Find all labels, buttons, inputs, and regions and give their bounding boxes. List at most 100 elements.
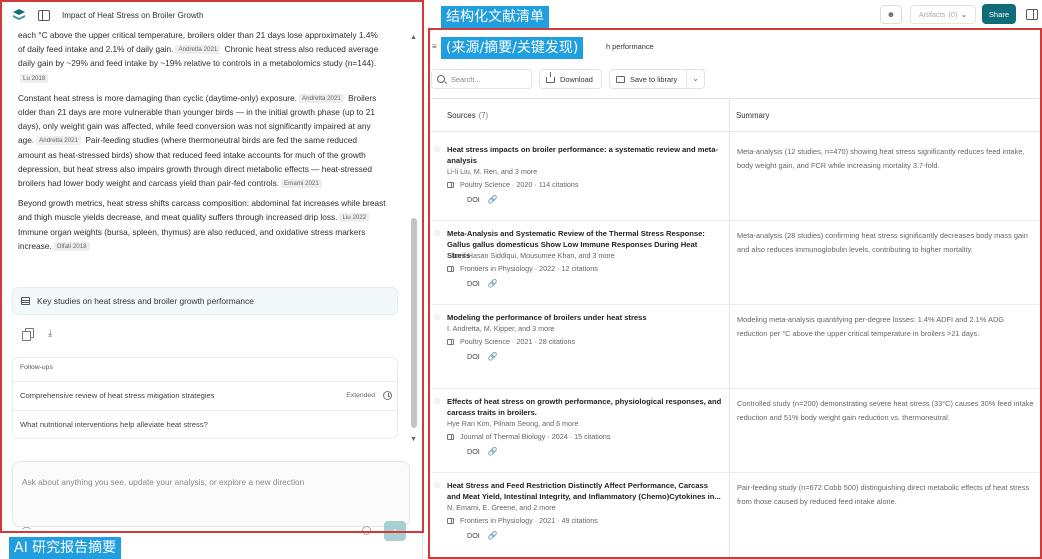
source-journal: Poultry Science · 2021 · 28 citations: [447, 337, 575, 346]
artifacts-count: (0): [948, 10, 958, 19]
app-logo-icon[interactable]: [12, 8, 26, 22]
artifacts-button[interactable]: Artifacts (0) ⌄: [910, 5, 976, 24]
chat-input[interactable]: [22, 472, 392, 492]
source-summary: Meta-analysis (28 studies) confirming he…: [737, 231, 1028, 254]
search-input[interactable]: [451, 74, 531, 84]
citation-chip[interactable]: Lu 2018: [20, 73, 49, 83]
download-icon[interactable]: ⤓: [48, 328, 60, 340]
doi-link[interactable]: DOI 🔗: [467, 195, 498, 204]
table-row[interactable]: Heat stress impacts on broiler performan…: [431, 137, 1042, 221]
row-checkbox[interactable]: [434, 482, 440, 488]
followup-item[interactable]: What nutritional interventions help alle…: [13, 410, 399, 438]
report-text: Beyond growth metrics, heat stress shift…: [18, 198, 386, 223]
source-authors: N. Emami, E. Greene, and 2 more: [447, 503, 556, 512]
link-icon[interactable]: 🔗: [488, 531, 498, 540]
citation-chip[interactable]: Emami 2021: [281, 179, 322, 189]
journal-text: Poultry Science · 2020 · 114 citations: [460, 180, 579, 189]
scroll-up-icon[interactable]: ▲: [410, 34, 417, 41]
link-icon[interactable]: 🔗: [488, 195, 498, 204]
source-journal: Frontiers in Physiology · 2021 · 49 cita…: [447, 516, 598, 525]
artifact-tab-label[interactable]: h performance: [606, 42, 654, 51]
search-box[interactable]: [431, 69, 532, 89]
doi-link[interactable]: DOI 🔗: [467, 447, 498, 456]
download-icon: [546, 72, 555, 83]
doi-link[interactable]: DOI 🔗: [467, 352, 498, 361]
doi-label: DOI: [467, 447, 480, 456]
scroll-down-icon[interactable]: ▼: [410, 436, 417, 443]
save-options-button[interactable]: ⌄: [686, 69, 705, 89]
annotation-label-left: AI 研究报告摘要: [9, 537, 122, 559]
source-journal: Journal of Thermal Biology · 2024 · 15 c…: [447, 432, 611, 441]
send-button[interactable]: ↑: [384, 521, 406, 541]
sources-column-header[interactable]: Sources (7): [447, 111, 488, 120]
sidebar-toggle-icon[interactable]: [38, 9, 50, 21]
link-icon[interactable]: 🔗: [488, 279, 498, 288]
source-authors: Hye Ran Kim, Pilnam Seong, and 6 more: [447, 419, 579, 428]
source-title[interactable]: Modeling the performance of broilers und…: [447, 313, 722, 324]
table-header: Sources (7) Summary: [431, 99, 1042, 132]
source-authors: Li-li Liu, M. Ren, and 3 more: [447, 167, 538, 176]
source-summary: Pair-feeding study (n=672 Cobb 500) dist…: [737, 483, 1030, 506]
row-checkbox[interactable]: [434, 314, 440, 320]
sources-table: Sources (7) Summary Heat stress impacts o…: [431, 98, 1042, 559]
extended-badge: Extended: [346, 392, 375, 399]
table-row[interactable]: Meta-Analysis and Systematic Review of t…: [431, 221, 1042, 305]
summary-column-header[interactable]: Summary: [736, 111, 769, 120]
source-journal: Poultry Science · 2020 · 114 citations: [447, 180, 579, 189]
save-to-library-button[interactable]: Save to library: [609, 69, 686, 89]
row-checkbox[interactable]: [434, 230, 440, 236]
source-summary: Modeling meta-analysis quantifying per-d…: [737, 315, 1005, 338]
report-paragraph: Beyond growth metrics, heat stress shift…: [18, 196, 386, 253]
followups-title: Follow-ups: [20, 364, 53, 371]
link-icon[interactable]: 🔗: [488, 352, 498, 361]
book-icon: [447, 265, 454, 272]
source-title[interactable]: Heat stress impacts on broiler performan…: [447, 145, 722, 167]
followup-text: What nutritional interventions help alle…: [20, 420, 208, 429]
row-checkbox[interactable]: [434, 146, 440, 152]
row-checkbox[interactable]: [434, 398, 440, 404]
chat-composer: [12, 461, 410, 527]
save-label: Save to library: [630, 74, 678, 84]
folder-icon: [616, 75, 625, 83]
followups-panel: Follow-ups Comprehensive review of heat …: [12, 357, 399, 439]
citation-chip[interactable]: Andretta 2021: [36, 136, 82, 146]
citation-chip[interactable]: Liu 2022: [339, 213, 370, 223]
sources-header-label: Sources: [447, 111, 476, 120]
table-row[interactable]: Modeling the performance of broilers und…: [431, 305, 1042, 389]
mode-icon[interactable]: [362, 526, 371, 535]
table-tab-icon: ≡: [432, 42, 437, 51]
table-row[interactable]: Effects of heat stress on growth perform…: [431, 389, 1042, 473]
scroll-thumb[interactable]: [411, 218, 417, 428]
artifacts-label: Artifacts: [918, 10, 946, 19]
report-body: each °C above the upper critical tempera…: [18, 28, 386, 259]
table-row[interactable]: Heat Stress and Feed Restriction Distinc…: [431, 473, 1042, 559]
copy-icon[interactable]: [22, 328, 34, 341]
followup-item[interactable]: Comprehensive review of heat stress miti…: [13, 381, 399, 409]
key-studies-artifact-button[interactable]: Key studies on heat stress and broiler g…: [12, 287, 398, 315]
link-icon[interactable]: 🔗: [488, 447, 498, 456]
report-text: Constant heat stress is more damaging th…: [18, 92, 297, 103]
table-icon: [21, 297, 30, 305]
report-scrollbar[interactable]: ▲ ▼: [410, 30, 418, 448]
sources-count: (7): [478, 111, 489, 120]
doi-link[interactable]: DOI 🔗: [467, 531, 498, 540]
report-title: Impact of Heat Stress on Broiler Growth: [62, 10, 204, 20]
download-label: Download: [560, 74, 593, 84]
citation-chip[interactable]: Andretta 2021: [299, 93, 344, 103]
citation-chip[interactable]: Olfati 2018: [53, 241, 90, 251]
panel-toggle-icon[interactable]: [1026, 9, 1038, 20]
doi-link[interactable]: DOI 🔗: [467, 279, 498, 288]
share-button[interactable]: Share: [982, 4, 1016, 24]
source-summary: Controlled study (n=200) demonstrating s…: [737, 399, 1034, 422]
collaborators-button[interactable]: ☻: [880, 5, 902, 24]
download-button[interactable]: Download: [539, 69, 602, 89]
chevron-down-icon: ⌄: [692, 74, 699, 83]
report-paragraph: each °C above the upper critical tempera…: [18, 28, 386, 85]
clock-icon: [383, 391, 392, 400]
source-title[interactable]: Heat Stress and Feed Restriction Distinc…: [447, 481, 722, 503]
source-authors: Sharif Hasan Siddiqui, Mousumee Khan, an…: [447, 251, 615, 260]
book-icon: [447, 181, 454, 188]
source-title[interactable]: Effects of heat stress on growth perform…: [447, 397, 722, 419]
citation-chip[interactable]: Andretta 2021: [175, 45, 221, 55]
annotation-label-right-1: 结构化文献清单: [441, 6, 549, 28]
